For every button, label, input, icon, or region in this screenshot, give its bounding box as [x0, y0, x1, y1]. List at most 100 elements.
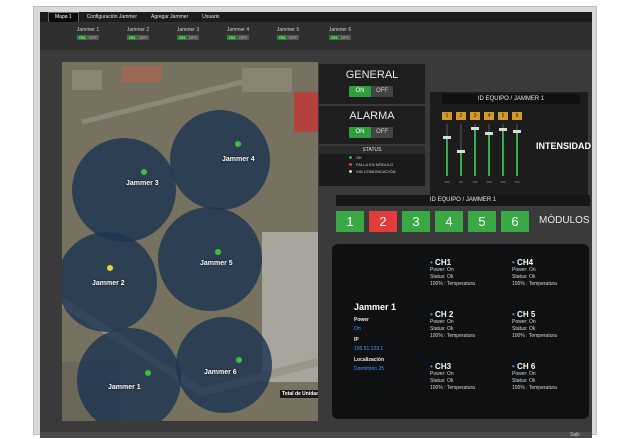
exit-link[interactable]: Salir — [570, 432, 580, 438]
intensity-slider-knob[interactable] — [457, 150, 465, 153]
intensity-slider-knob[interactable] — [471, 127, 479, 130]
bullet-icon: • — [512, 258, 515, 267]
jammer-toggle-2: Jammer 2 ON OFF — [120, 27, 156, 45]
channel-status: Status: Ok — [512, 326, 536, 332]
jammer-3-label[interactable]: Jammer 3 — [126, 180, 159, 187]
jammer-toggle-label: Jammer 2 — [126, 27, 150, 33]
intensity-slider-3[interactable] — [471, 124, 479, 176]
jammer-toggle-label: Jammer 3 — [176, 27, 200, 33]
module-1-button[interactable]: 1 — [336, 211, 364, 232]
jammer-4-status-dot — [235, 141, 241, 147]
off-button[interactable]: OFF — [137, 35, 149, 40]
channel-power: Power: On — [430, 371, 454, 377]
jammer-summary: Jammer 1 Power On IP 195.51.123.1 Locali… — [354, 302, 414, 372]
tab-agregar-jammer[interactable]: Agregar Jammer — [145, 13, 194, 22]
intensity-slider-knob[interactable] — [513, 130, 521, 133]
channel-power: Power: On — [430, 267, 454, 273]
ip-value: 195.51.123.1 — [354, 346, 384, 352]
intensity-slider-fill — [516, 133, 518, 176]
channel-card-ch3: • CH3 Power: On Status: Ok 100% : Temper… — [430, 362, 500, 392]
status-row-falla: FALLA EN MÓDULO — [319, 161, 425, 168]
modules-label: MÓDULOS — [539, 215, 590, 226]
on-button[interactable]: ON — [127, 35, 137, 40]
total-units-badge: Total de Unidades: 15 — [280, 390, 318, 398]
bullet-icon: • — [430, 258, 433, 267]
intensity-slider-fill — [502, 131, 504, 176]
alarma-title: ALARMA — [349, 110, 395, 122]
channel-card-ch5: • CH 5 Power: On Status: Ok 100% : Tempe… — [512, 310, 582, 340]
general-title: GENERAL — [345, 69, 399, 81]
status-row-ok: OK — [319, 154, 425, 161]
intensity-channel-6-chip: 6 — [512, 112, 522, 120]
status-label-ok: OK — [356, 155, 362, 160]
jammer-toggle-4: Jammer 4 ON OFF — [220, 27, 256, 45]
channel-name: CH4 — [517, 258, 534, 267]
off-button[interactable]: OFF — [187, 35, 199, 40]
module-5-button[interactable]: 5 — [468, 211, 496, 232]
channel-power: Power: On — [512, 267, 536, 273]
jammer-6-label[interactable]: Jammer 6 — [204, 369, 237, 376]
general-on-button[interactable]: ON — [349, 86, 371, 97]
status-row-sin-comunicacion: SIN COMUNICACIÓN — [319, 168, 425, 175]
channel-name: CH3 — [435, 362, 452, 371]
intensity-slider-fill — [488, 135, 490, 176]
channel-temp: 100% : Temperatura — [430, 385, 475, 391]
jammer-5-label[interactable]: Jammer 5 — [200, 260, 233, 267]
general-off-button[interactable]: OFF — [371, 86, 393, 97]
module-2-button[interactable]: 2 — [369, 211, 397, 232]
jammer-toggle-3: Jammer 3 ON OFF — [170, 27, 206, 45]
intensity-slider-6[interactable] — [513, 124, 521, 176]
intensity-slider-1[interactable] — [443, 124, 451, 176]
tab-configuracion-jammer[interactable]: Configuración Jammer — [81, 13, 143, 22]
status-title: STATUS — [319, 146, 425, 154]
general-panel: GENERAL ON OFF — [319, 64, 425, 104]
jammer-2-label[interactable]: Jammer 2 — [92, 280, 125, 287]
intensity-slider-knob[interactable] — [499, 128, 507, 131]
general-toggle: ON OFF — [349, 86, 393, 97]
channel-status: Status: Ok — [512, 378, 536, 384]
on-button[interactable]: ON — [329, 35, 339, 40]
jammer-toggle-label: Jammer 1 — [76, 27, 100, 33]
off-button[interactable]: OFF — [287, 35, 299, 40]
channel-temp: 100% : Temperatura — [512, 333, 557, 339]
off-button[interactable]: OFF — [339, 35, 351, 40]
on-button[interactable]: ON — [177, 35, 187, 40]
alarma-panel: ALARMA ON OFF — [319, 106, 425, 144]
channel-power: Power: On — [512, 319, 536, 325]
tab-mapa-1[interactable]: Mapa 1 — [48, 12, 79, 23]
bullet-icon: • — [512, 362, 515, 371]
jammer-6-status-dot — [236, 357, 242, 363]
module-4-button[interactable]: 4 — [435, 211, 463, 232]
satellite-map[interactable]: Jammer 3 Jammer 4 Jammer 2 Jammer 5 Jamm… — [62, 62, 318, 421]
ip-label: IP — [354, 337, 359, 343]
jammer-3-status-dot — [141, 169, 147, 175]
intensity-channel-1-chip: 1 — [442, 112, 452, 120]
off-button[interactable]: OFF — [87, 35, 99, 40]
intensity-slider-knob[interactable] — [443, 136, 451, 139]
alarma-off-button[interactable]: OFF — [371, 127, 393, 138]
jammer-toggle-strip: Jammer 1 ON OFF Jammer 2 ON OFF Jammer 3 O… — [40, 22, 592, 50]
status-dot-sin-comunicacion — [349, 170, 352, 173]
module-3-button[interactable]: 3 — [402, 211, 430, 232]
alarma-on-button[interactable]: ON — [349, 127, 371, 138]
on-button[interactable]: ON — [277, 35, 287, 40]
intensity-channel-3-chip: 3 — [470, 112, 480, 120]
intensity-slider-4[interactable] — [485, 124, 493, 176]
module-6-button[interactable]: 6 — [501, 211, 529, 232]
jammer-4-label[interactable]: Jammer 4 — [222, 156, 255, 163]
status-label-sin-comunicacion: SIN COMUNICACIÓN — [356, 169, 396, 174]
tab-usuario[interactable]: Usuario — [196, 13, 225, 22]
intensity-slider-knob[interactable] — [485, 132, 493, 135]
status-legend: STATUS OK FALLA EN MÓDULO SIN COMUNICACI… — [319, 146, 425, 186]
intensity-slider-fill — [446, 139, 448, 176]
off-button[interactable]: OFF — [237, 35, 249, 40]
jammer-1-label[interactable]: Jammer 1 — [108, 384, 141, 391]
on-button[interactable]: ON — [227, 35, 237, 40]
intensity-slider-5[interactable] — [499, 124, 507, 176]
location-label: Localización — [354, 357, 385, 363]
intensity-slider-2[interactable] — [457, 124, 465, 176]
modules-title: ID EQUIPO / JAMMER 1 — [336, 195, 590, 206]
jammer-2-status-dot — [107, 265, 113, 271]
on-button[interactable]: ON — [77, 35, 87, 40]
coverage-zone-jammer-3 — [72, 138, 176, 242]
